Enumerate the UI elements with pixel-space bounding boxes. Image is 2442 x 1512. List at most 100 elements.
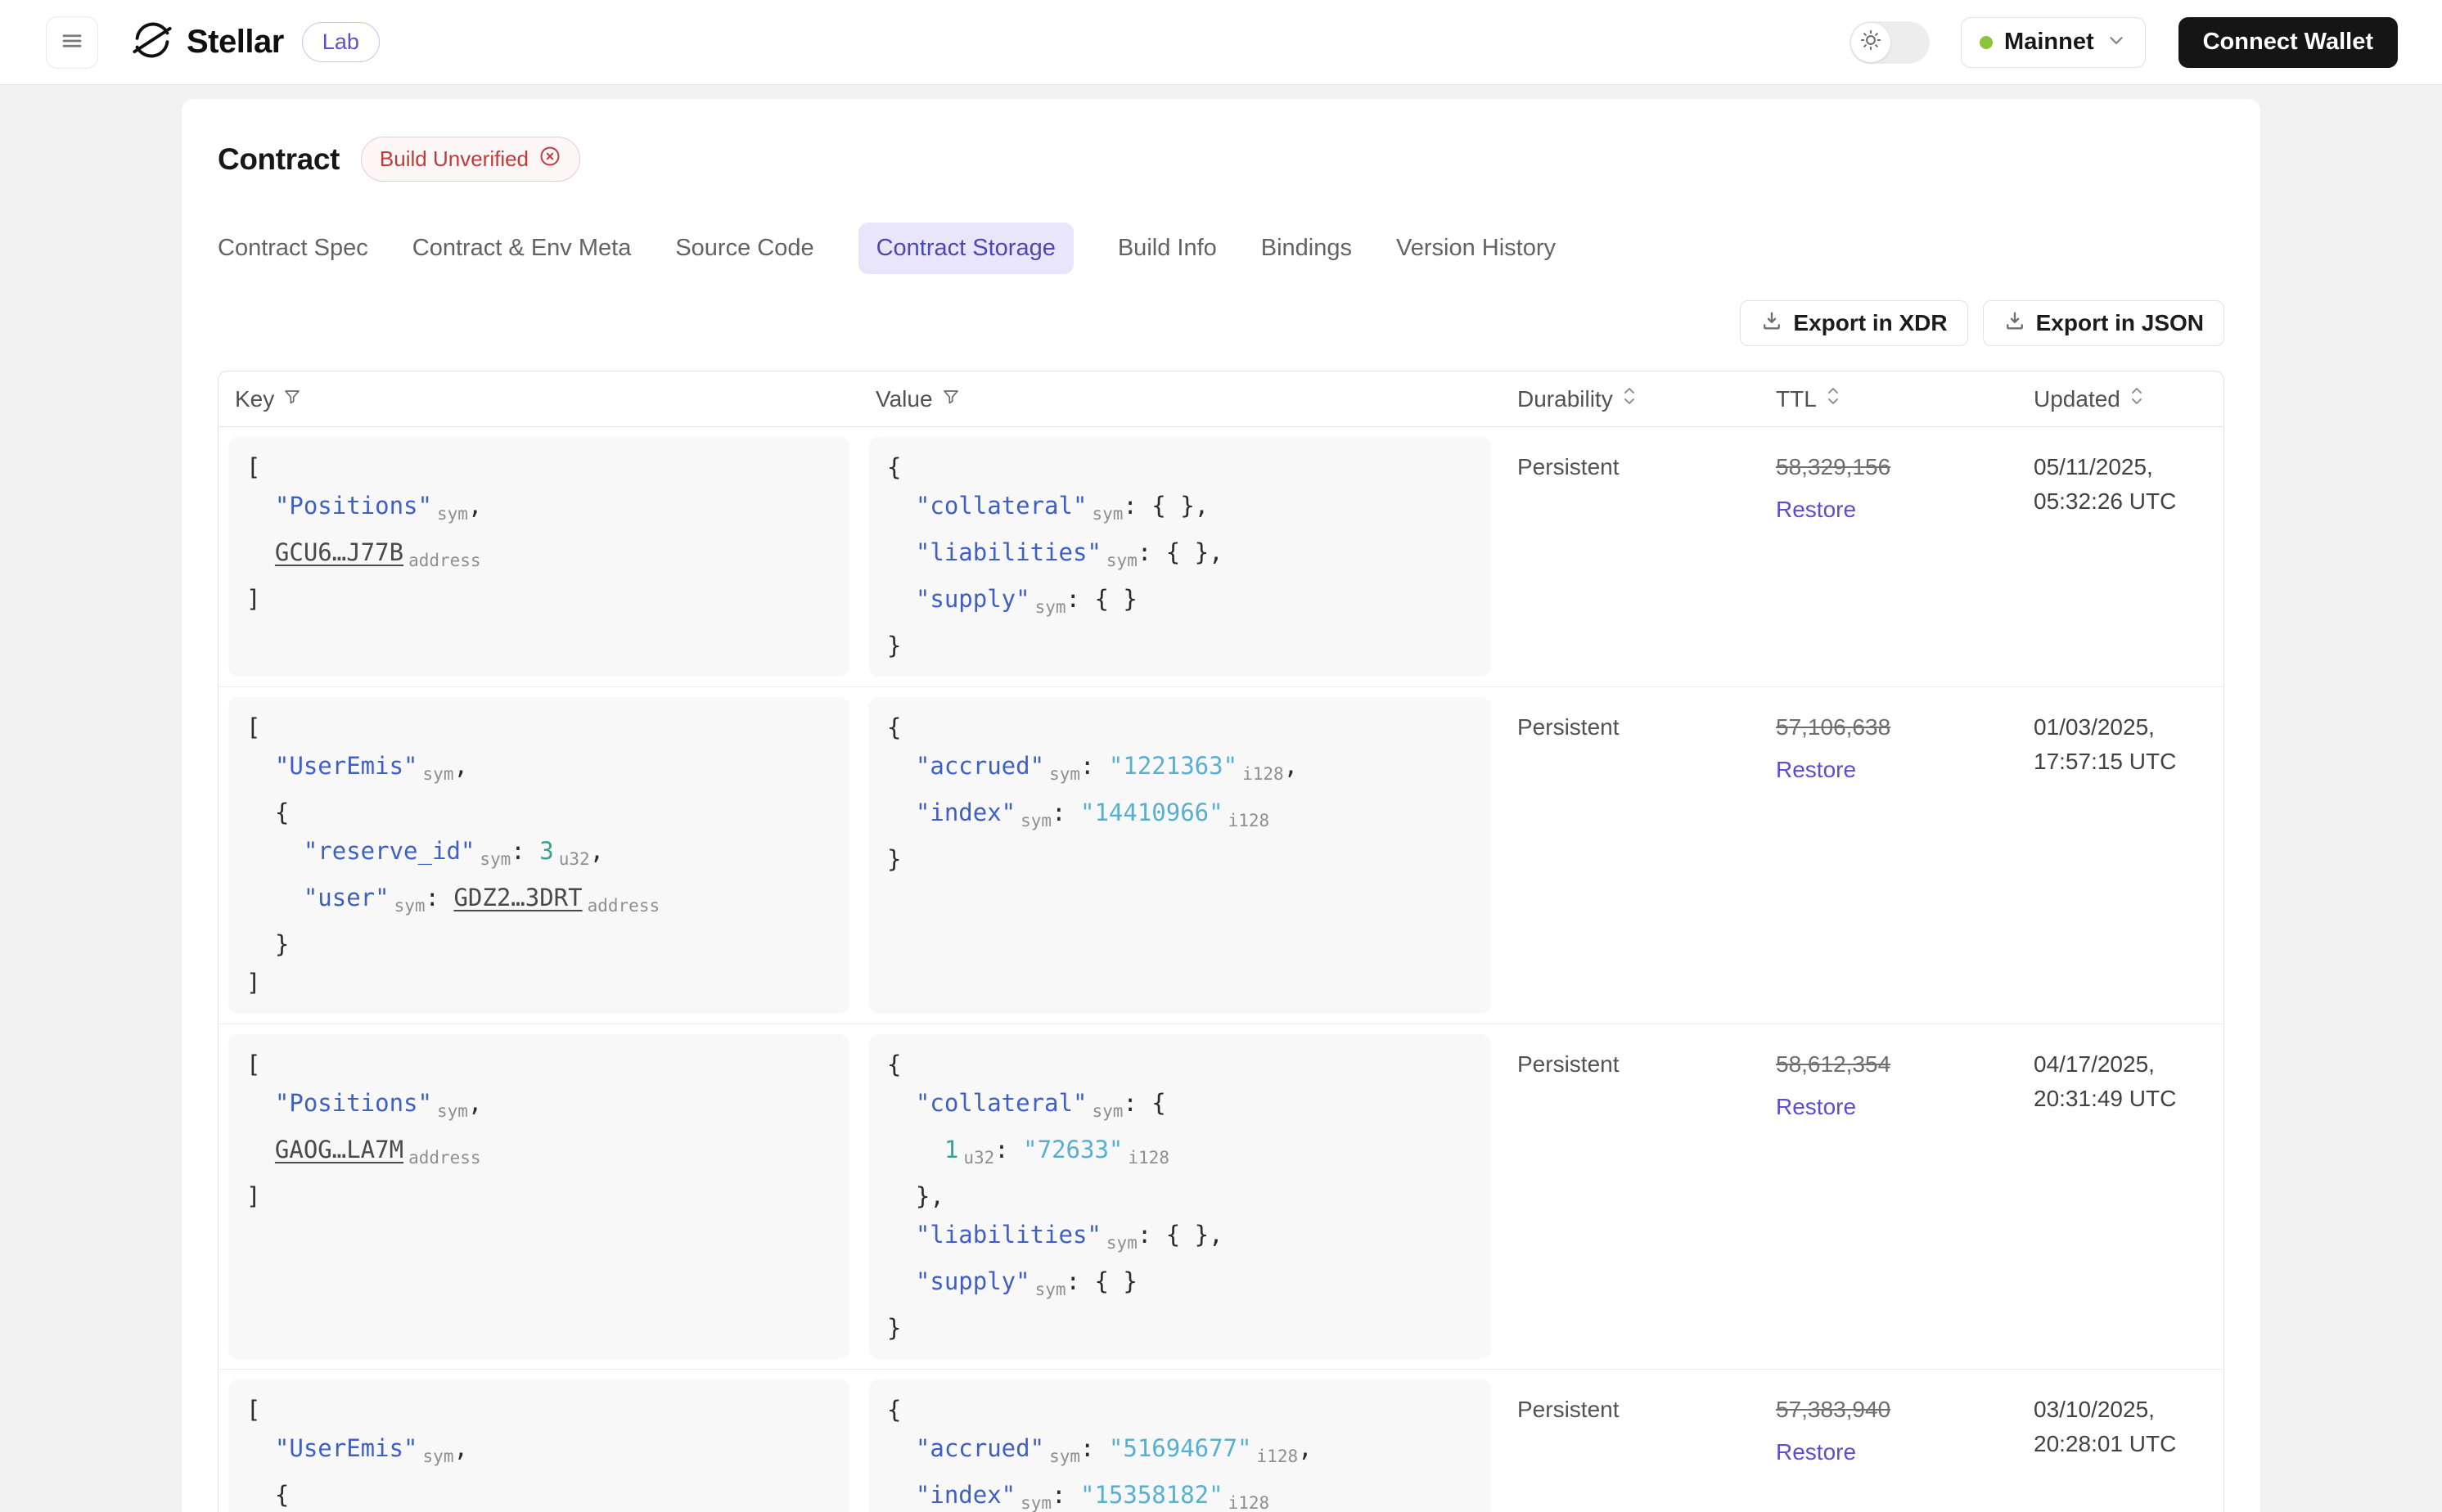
connect-wallet-button[interactable]: Connect Wallet <box>2178 16 2398 68</box>
column-header-ttl[interactable]: TTL <box>1759 371 2017 426</box>
durability-cell: Persistent <box>1517 714 1620 740</box>
build-unverified-badge[interactable]: Build Unverified <box>360 137 581 182</box>
code-token: : { <box>1123 1089 1166 1117</box>
export-json-button[interactable]: Export in JSON <box>1982 300 2224 346</box>
code-line: "accrued" sym: "51694677" i128, <box>887 1429 1473 1476</box>
code-token: [ <box>246 1396 261 1424</box>
filter-icon[interactable] <box>941 386 961 412</box>
tab-version-history[interactable]: Version History <box>1396 223 1556 274</box>
restore-link[interactable]: Restore <box>1776 493 2001 527</box>
code-token: , <box>589 837 605 865</box>
code-token: { <box>887 713 902 741</box>
storage-table-body: [ "Positions" sym, GCU6…J77B address]{ "co… <box>219 427 2223 1512</box>
column-header-value[interactable]: Value <box>859 371 1501 426</box>
code-line: "Positions" sym, <box>246 487 831 533</box>
updated-cell: 01/03/2025, 17:57:15 UTC <box>2017 687 2223 1024</box>
code-line: "liabilities" sym: { }, <box>887 533 1473 580</box>
export-xdr-label: Export in XDR <box>1793 310 1948 335</box>
code-line: [ <box>246 448 831 487</box>
code-token: "72633" <box>1023 1136 1124 1163</box>
storage-value-cell: { "accrued" sym: "51694677" i128, "index" s… <box>869 1379 1491 1512</box>
code-token: , <box>467 1089 483 1117</box>
theme-knob <box>1851 22 1891 62</box>
tab-source-code[interactable]: Source Code <box>675 223 813 274</box>
updated-cell: 05/11/2025, 05:32:26 UTC <box>2017 427 2223 686</box>
column-label-updated: Updated <box>2034 385 2120 412</box>
code-line: "liabilities" sym: { }, <box>887 1216 1473 1262</box>
code-line: [ <box>246 1391 831 1429</box>
code-token: "collateral" <box>915 492 1088 520</box>
tab-contract-spec[interactable]: Contract Spec <box>218 223 368 274</box>
export-xdr-button[interactable]: Export in XDR <box>1740 300 1968 346</box>
code-token: "collateral" <box>915 1089 1088 1117</box>
brand[interactable]: Stellar Lab <box>131 19 380 65</box>
column-header-updated[interactable]: Updated <box>2017 371 2223 426</box>
address-link[interactable]: GAOG…LA7M <box>275 1136 403 1163</box>
code-token: : <box>994 1136 1024 1163</box>
tab-contract-env-meta[interactable]: Contract & Env Meta <box>412 223 632 274</box>
table-row: [ "Positions" sym, GAOG…LA7M address]{ "co… <box>219 1024 2223 1369</box>
address-link[interactable]: GDZ2…3DRT <box>453 884 582 911</box>
code-line: } <box>887 840 1473 879</box>
code-token: sym <box>1092 1101 1124 1121</box>
code-token: 3 <box>539 837 554 865</box>
column-label-durability: Durability <box>1517 385 1613 412</box>
code-token: sym <box>1021 1493 1052 1512</box>
code-token: i128 <box>1128 1148 1169 1168</box>
code-token: "UserEmis" <box>274 752 418 780</box>
code-token: : <box>1052 799 1080 826</box>
code-token: u32 <box>558 849 590 869</box>
code-token: : { } <box>1066 1267 1138 1295</box>
updated-line: 17:57:15 UTC <box>2034 749 2177 774</box>
code-token: "supply" <box>915 1267 1030 1295</box>
updated-line: 04/17/2025, <box>2034 1051 2155 1077</box>
code-token: , <box>453 1434 468 1462</box>
code-line: ] <box>246 1177 831 1216</box>
restore-link[interactable]: Restore <box>1776 1090 2001 1124</box>
code-line: } <box>887 1309 1473 1348</box>
code-token: } <box>246 930 290 958</box>
code-line: [ <box>246 709 831 747</box>
code-token: sym <box>394 896 426 916</box>
code-token: sym <box>480 849 511 869</box>
durability-cell: Persistent <box>1517 454 1620 479</box>
menu-button[interactable] <box>46 16 98 69</box>
circle-x-icon <box>538 145 561 173</box>
tab-build-info[interactable]: Build Info <box>1118 223 1217 274</box>
theme-toggle[interactable] <box>1850 20 1931 64</box>
column-header-durability[interactable]: Durability <box>1501 371 1759 426</box>
sort-icon[interactable] <box>1621 385 1638 413</box>
code-token: "51694677" <box>1108 1434 1252 1462</box>
filter-icon[interactable] <box>282 386 302 412</box>
ttl-value: 58,329,156 <box>1776 454 1891 479</box>
updated-line: 20:31:49 UTC <box>2034 1086 2177 1111</box>
column-header-key[interactable]: Key <box>219 371 859 426</box>
code-line: "supply" sym: { } <box>887 580 1473 627</box>
address-link[interactable]: GCU6…J77B <box>275 538 403 566</box>
sort-icon[interactable] <box>1825 385 1841 413</box>
code-token: sym <box>1106 551 1138 570</box>
ttl-cell: 58,612,354 Restore <box>1759 1024 2017 1369</box>
code-token: "index" <box>915 799 1016 826</box>
code-token: : <box>1080 1434 1109 1462</box>
tab-contract-storage[interactable]: Contract Storage <box>858 223 1074 274</box>
code-line: 1 u32: "72633" i128 <box>887 1131 1473 1177</box>
code-token: [ <box>246 713 261 741</box>
restore-link[interactable]: Restore <box>1776 753 2001 787</box>
code-line: { <box>887 1046 1473 1084</box>
network-select[interactable]: Mainnet <box>1961 16 2146 68</box>
sort-icon[interactable] <box>2129 385 2145 413</box>
code-token: i128 <box>1228 811 1270 830</box>
durability-cell: Persistent <box>1517 1051 1620 1077</box>
code-token: { <box>246 799 290 826</box>
code-token: sym <box>1049 1447 1080 1466</box>
restore-link[interactable]: Restore <box>1776 1435 2001 1469</box>
tab-bindings[interactable]: Bindings <box>1261 223 1352 274</box>
